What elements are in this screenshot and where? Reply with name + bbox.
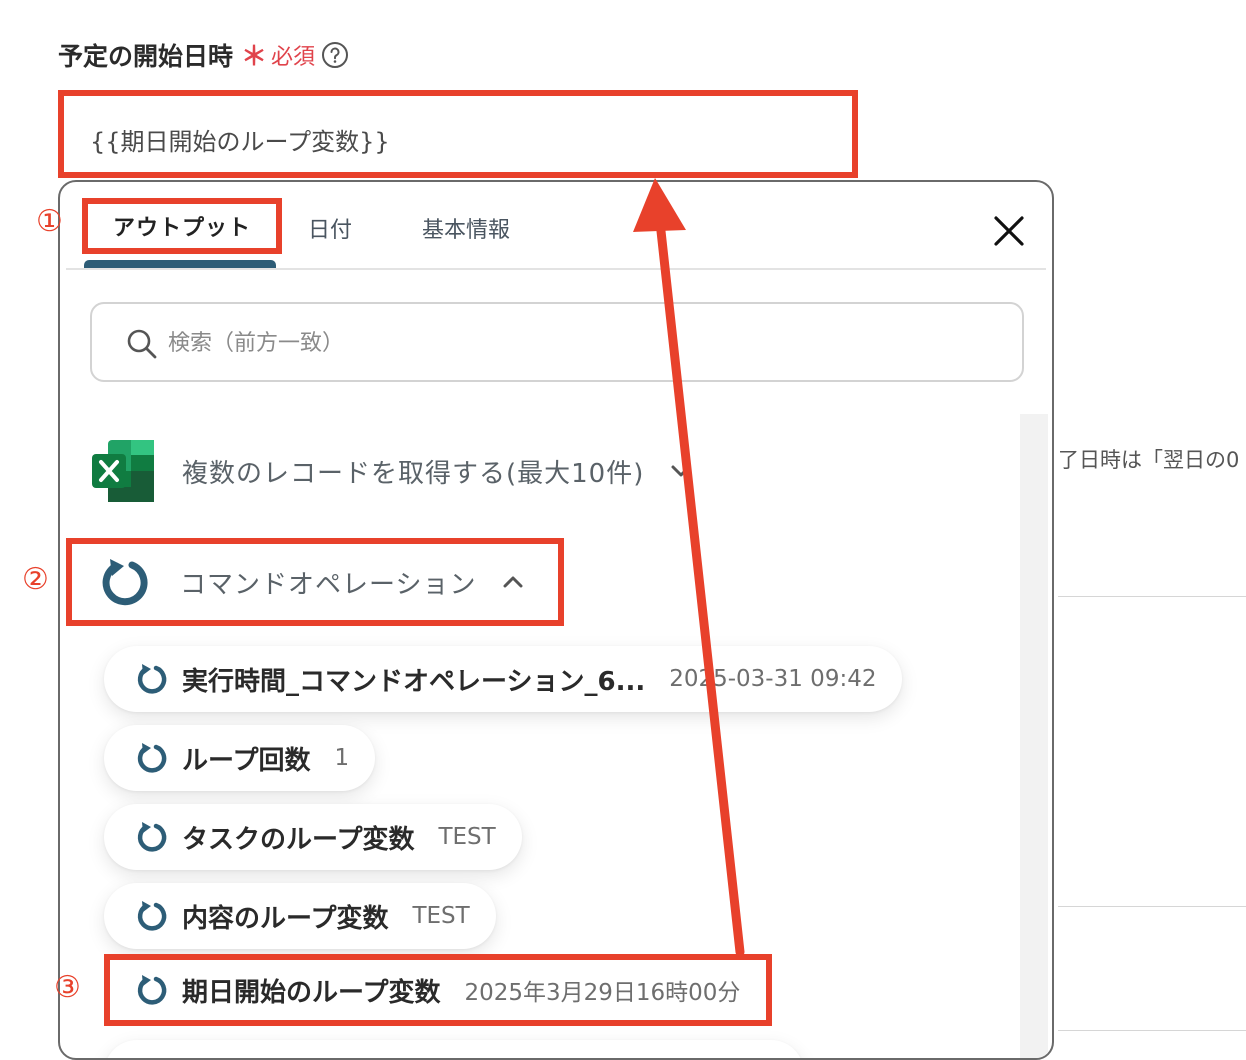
variable-picker-panel: アウトプット 日付 基本情報 複数のレコードを取得する(最大10件) xyxy=(58,180,1054,1060)
background-divider xyxy=(1058,1030,1246,1031)
excel-icon xyxy=(92,440,154,502)
loop-icon xyxy=(137,664,167,694)
group-title: 複数のレコードを取得する(最大10件) xyxy=(182,458,645,489)
start-datetime-input[interactable]: {{期日開始のループ変数}} xyxy=(58,90,858,178)
loop-icon xyxy=(137,822,167,852)
loop-icon xyxy=(137,901,167,931)
item-name: ループ回数 xyxy=(182,745,311,776)
step-marker-2: ② xyxy=(22,562,49,597)
tab-output[interactable]: アウトプット xyxy=(82,198,282,254)
item-name: 内容のループ変数 xyxy=(182,903,389,934)
item-value: 2025-03-31 09:42 xyxy=(669,666,877,692)
step-marker-3: ③ xyxy=(54,970,81,1005)
output-item-execution-time[interactable]: 実行時間_コマンドオペレーション_6... 2025-03-31 09:42 xyxy=(104,646,903,712)
search-box xyxy=(90,302,1024,382)
item-value: 2025年3月29日16時00分 xyxy=(464,980,741,1006)
tab-basic-info[interactable]: 基本情報 xyxy=(422,212,510,244)
search-input[interactable] xyxy=(166,322,990,364)
scrollbar[interactable] xyxy=(1020,414,1048,1058)
output-item-partial[interactable] xyxy=(104,1040,804,1058)
background-divider xyxy=(1058,906,1246,907)
step-marker-1: ① xyxy=(36,204,63,239)
field-label: 予定の開始日時 ＊ 必須 xyxy=(58,36,349,73)
tab-output-label: アウトプット xyxy=(112,216,251,241)
item-value: TEST xyxy=(412,903,470,929)
group-command-operation[interactable]: コマンドオペレーション xyxy=(66,538,564,626)
output-item-loop-count[interactable]: ループ回数 1 xyxy=(104,725,376,791)
background-divider xyxy=(1058,596,1246,597)
group-excel-records[interactable]: 複数のレコードを取得する(最大10件) xyxy=(90,438,694,504)
field-label-text: 予定の開始日時 xyxy=(58,41,234,71)
output-item-due-start-loop-var[interactable]: 期日開始のループ変数 2025年3月29日16時00分 xyxy=(104,954,773,1026)
loop-icon xyxy=(102,559,148,606)
required-asterisk: ＊ xyxy=(241,42,268,72)
loop-icon xyxy=(137,975,167,1005)
tab-date[interactable]: 日付 xyxy=(308,212,352,244)
loop-icon xyxy=(137,743,167,773)
item-value: 1 xyxy=(334,745,350,771)
item-name: タスクのループ変数 xyxy=(182,824,415,855)
background-note: 了日時は「翌日の0 xyxy=(1058,448,1240,472)
close-icon[interactable] xyxy=(992,214,1026,248)
output-item-task-loop-var[interactable]: タスクのループ変数 TEST xyxy=(104,804,522,870)
chevron-down-icon[interactable] xyxy=(668,458,694,484)
item-value: TEST xyxy=(438,824,496,850)
item-name: 実行時間_コマンドオペレーション_6... xyxy=(182,666,646,697)
group-title: コマンドオペレーション xyxy=(180,569,477,600)
output-item-content-loop-var[interactable]: 内容のループ変数 TEST xyxy=(104,883,496,949)
required-text: 必須 xyxy=(271,44,316,70)
search-icon xyxy=(127,329,157,359)
tab-divider xyxy=(66,268,1046,270)
chevron-up-icon[interactable] xyxy=(500,569,526,595)
item-name: 期日開始のループ変数 xyxy=(182,977,441,1008)
help-icon[interactable] xyxy=(321,41,349,69)
